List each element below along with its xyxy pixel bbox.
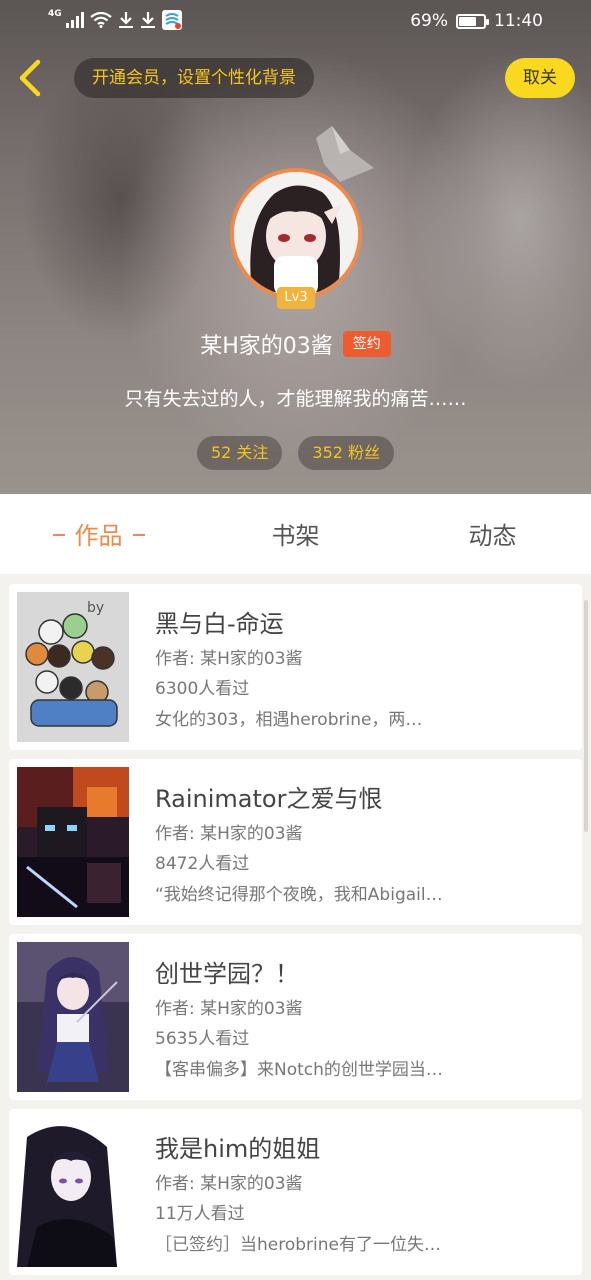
profile-tabs: 作品 书架 动态 xyxy=(0,494,591,574)
tab-indicator-right xyxy=(132,534,145,536)
cover-group-chibi-icon: by xyxy=(17,592,129,742)
work-title: Rainimator之爱与恨 xyxy=(155,785,383,813)
tab-label: 书架 xyxy=(271,522,320,550)
status-bar: 4G 69% 11:40 xyxy=(0,0,591,44)
download-icon xyxy=(140,12,155,28)
username-row: 某H家的03酱 签约 xyxy=(0,326,591,362)
cover-dark-haired-girl-icon xyxy=(17,1117,129,1267)
clock: 11:40 xyxy=(494,11,543,31)
list-item[interactable]: 我是him的姐姐 作者: 某H家的03酱 11万人看过 ［已签约］当herobr… xyxy=(9,1109,582,1275)
followers-count-button[interactable]: 352 粉丝 xyxy=(298,436,395,470)
work-author: 作者: 某H家的03酱 xyxy=(155,649,303,669)
vip-background-prompt[interactable]: 开通会员，设置个性化背景 xyxy=(74,58,314,98)
scrollbar[interactable] xyxy=(584,600,588,832)
work-description: 女化的303，相遇herobrine，两… xyxy=(155,710,423,730)
level-badge: Lv3 xyxy=(277,287,315,309)
work-views: 6300人看过 xyxy=(155,679,250,699)
work-cover xyxy=(17,767,129,917)
work-description: ［已签约］当herobrine有了一位失… xyxy=(155,1235,441,1255)
avatar-illustration-icon xyxy=(234,172,358,296)
status-left: 4G xyxy=(48,9,182,30)
tab-label: 作品 xyxy=(74,522,123,550)
tab-indicator-left xyxy=(52,534,65,536)
works-list: by 黑与白-命运 作者: 某H家的03酱 6300人看过 女化的303，相遇h… xyxy=(9,584,582,1280)
network-type: 4G xyxy=(48,9,62,19)
work-title: 创世学园？！ xyxy=(155,960,299,988)
svg-text:by: by xyxy=(87,600,104,616)
cover-blocky-character-icon xyxy=(17,767,129,917)
signed-badge: 签约 xyxy=(342,331,391,357)
user-bio: 只有失去过的人，才能理解我的痛苦…… xyxy=(124,388,467,410)
follow-stats: 52 关注 352 粉丝 xyxy=(0,436,591,470)
work-views: 11万人看过 xyxy=(155,1204,245,1224)
tab-works[interactable]: 作品 xyxy=(0,494,197,574)
unfollow-button[interactable]: 取关 xyxy=(505,58,575,98)
work-author: 作者: 某H家的03酱 xyxy=(155,999,303,1019)
work-description: 【客串偏多】来Notch的创世学园当学生… xyxy=(155,1060,455,1080)
work-author: 作者: 某H家的03酱 xyxy=(155,824,303,844)
status-right: 69% 11:40 xyxy=(410,11,543,31)
tab-label: 动态 xyxy=(468,522,517,550)
work-cover xyxy=(17,1117,129,1267)
work-title: 黑与白-命运 xyxy=(155,610,284,638)
battery-percent: 69% xyxy=(410,11,448,31)
work-description: “我始终记得那个夜晚，我和Abigail… xyxy=(155,885,443,905)
work-title: 我是him的姐姐 xyxy=(155,1135,321,1163)
username: 某H家的03酱 xyxy=(200,334,333,359)
tab-activity[interactable]: 动态 xyxy=(394,494,591,574)
battery-fill xyxy=(459,16,476,26)
following-count-button[interactable]: 52 关注 xyxy=(196,436,283,470)
chevron-left-icon xyxy=(19,59,41,97)
list-item[interactable]: 创世学园？！ 作者: 某H家的03酱 5635人看过 【客串偏多】来Notch的… xyxy=(9,934,582,1100)
cover-anime-girl-icon xyxy=(17,942,129,1092)
signal-icon xyxy=(65,12,84,28)
app-notification-icon xyxy=(161,10,182,30)
battery-icon xyxy=(456,13,489,29)
avatar[interactable] xyxy=(230,168,362,300)
work-cover xyxy=(17,942,129,1092)
list-item[interactable]: by 黑与白-命运 作者: 某H家的03酱 6300人看过 女化的303，相遇h… xyxy=(9,584,582,750)
wifi-icon xyxy=(89,12,112,28)
list-item[interactable]: Rainimator之爱与恨 作者: 某H家的03酱 8472人看过 “我始终记… xyxy=(9,759,582,925)
work-views: 8472人看过 xyxy=(155,854,250,874)
back-button[interactable] xyxy=(14,58,48,98)
profile-header: 4G 69% 11:40 开通会员，设置个性化背景 取关 Lv3 某H家的03酱… xyxy=(0,0,591,494)
work-cover: by xyxy=(17,592,129,742)
tab-bookshelf[interactable]: 书架 xyxy=(197,494,394,574)
download-icon xyxy=(118,12,133,28)
work-views: 5635人看过 xyxy=(155,1029,250,1049)
avatar-image xyxy=(230,168,362,300)
work-author: 作者: 某H家的03酱 xyxy=(155,1174,303,1194)
